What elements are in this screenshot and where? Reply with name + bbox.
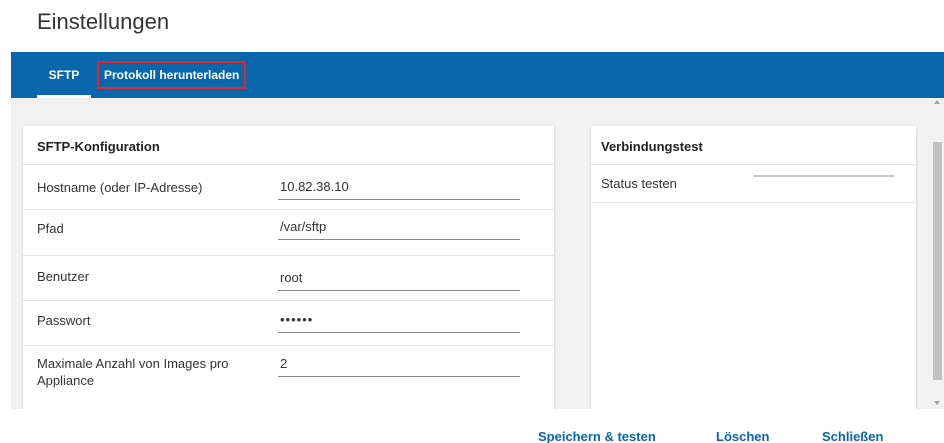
max-images-label-line1: Maximale Anzahl von Images pro	[37, 356, 229, 371]
path-label: Pfad	[37, 221, 64, 236]
settings-content: SFTP-Konfiguration Hostname (oder IP-Adr…	[11, 98, 931, 409]
vertical-scrollbar[interactable]	[931, 98, 944, 409]
status-test-row: Status testen	[591, 164, 916, 203]
status-test-label: Status testen	[601, 176, 677, 191]
page-title: Einstellungen	[37, 9, 170, 34]
max-images-input[interactable]: 2	[278, 355, 520, 377]
hostname-input[interactable]: 10.82.38.10	[278, 178, 520, 200]
max-images-row: Maximale Anzahl von Images pro Appliance…	[23, 345, 554, 409]
scroll-up-arrow-icon[interactable]	[934, 100, 940, 104]
user-row: Benutzer root	[23, 255, 554, 300]
password-input[interactable]: ••••••	[278, 311, 520, 333]
delete-button[interactable]: Löschen	[716, 429, 769, 443]
hostname-label: Hostname (oder IP-Adresse)	[37, 180, 203, 195]
path-row: Pfad /var/sftp	[23, 209, 554, 255]
save-and-test-button[interactable]: Speichern & testen	[538, 429, 656, 443]
tab-sftp[interactable]: SFTP	[37, 52, 91, 98]
user-input[interactable]: root	[278, 269, 520, 291]
sftp-config-card: SFTP-Konfiguration Hostname (oder IP-Adr…	[23, 126, 554, 409]
user-label: Benutzer	[37, 269, 90, 284]
password-label: Passwort	[37, 313, 91, 328]
settings-page: Einstellungen SFTP Protokoll herunterlad…	[0, 0, 944, 443]
close-button[interactable]: Schließen	[822, 429, 883, 443]
path-input[interactable]: /var/sftp	[278, 218, 520, 240]
max-images-label-line2: Appliance	[37, 373, 95, 388]
tab-protokoll-label: Protokoll herunterladen	[104, 68, 240, 82]
max-images-label: Maximale Anzahl von Images pro Appliance	[37, 355, 228, 389]
dialog-footer: Speichern & testen Löschen Schließen	[0, 409, 944, 443]
connection-test-card: Verbindungstest Status testen	[591, 126, 916, 409]
scrollbar-thumb[interactable]	[933, 142, 942, 380]
status-progress-bar	[753, 175, 894, 177]
connection-test-title: Verbindungstest	[601, 139, 703, 154]
sftp-config-title: SFTP-Konfiguration	[37, 139, 160, 154]
password-row: Passwort ••••••	[23, 300, 554, 345]
tab-protokoll-herunterladen[interactable]: Protokoll herunterladen	[97, 61, 247, 89]
tab-sftp-label: SFTP	[48, 68, 80, 82]
tab-bar: SFTP Protokoll herunterladen	[11, 52, 944, 98]
hostname-row: Hostname (oder IP-Adresse) 10.82.38.10	[23, 164, 554, 209]
scroll-down-arrow-icon[interactable]	[934, 401, 940, 405]
